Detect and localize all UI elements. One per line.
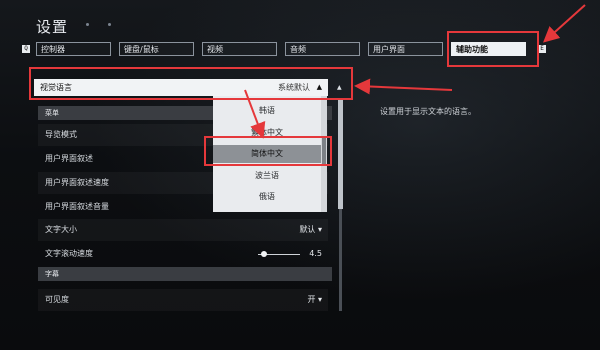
annotation-arrow-to-select: [354, 78, 453, 95]
annotation-arrow-to-option: [244, 89, 266, 139]
annotation-arrow-to-tab: [543, 4, 586, 43]
annotation-arrows: [244, 4, 586, 139]
